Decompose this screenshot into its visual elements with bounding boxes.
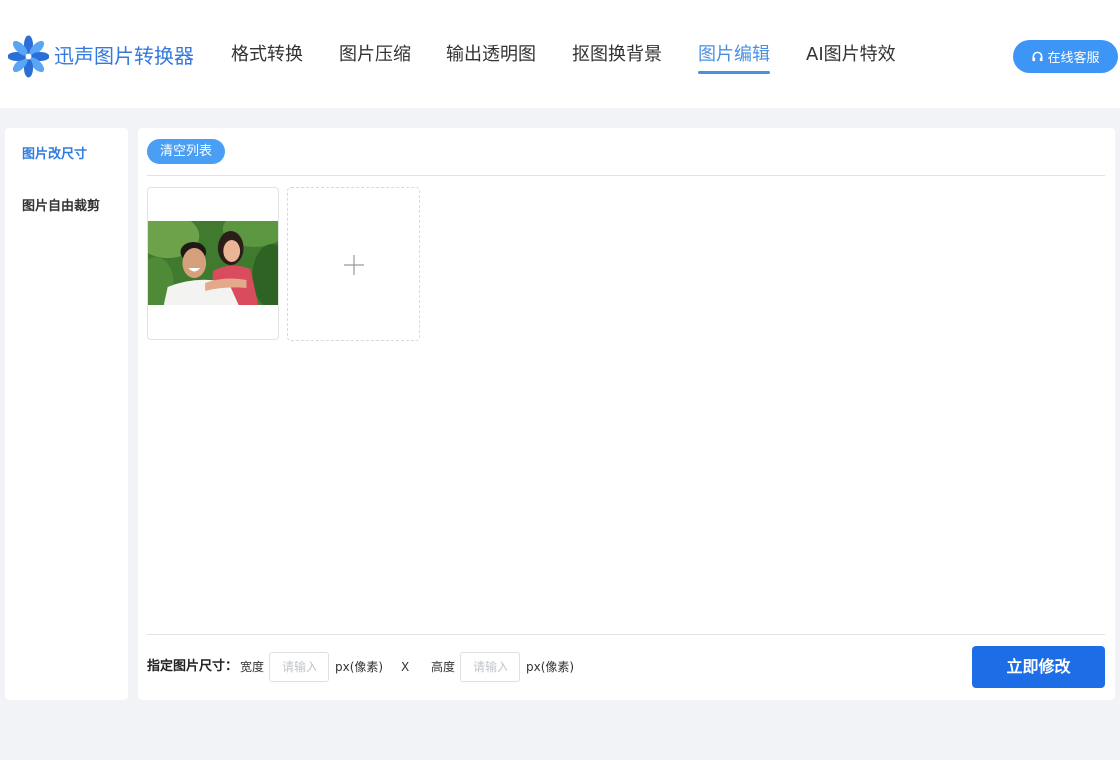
image-thumbnail	[148, 221, 278, 305]
add-image-card[interactable]	[287, 187, 420, 341]
sidebar-item-free-crop[interactable]: 图片自由裁剪	[22, 198, 100, 216]
flower-logo-icon	[8, 35, 49, 78]
height-label: 高度	[431, 660, 456, 674]
apply-resize-button[interactable]: 立即修改	[972, 646, 1105, 688]
width-label: 宽度	[240, 660, 265, 674]
nav-tab-cutout-background[interactable]: 抠图换背景	[572, 42, 662, 68]
divider	[147, 175, 1105, 176]
divider	[147, 634, 1105, 635]
main-panel: 清空列表 指定图片尺寸： 宽度 px(像素) X 高度 px(像素)	[138, 128, 1115, 700]
plus-icon	[344, 255, 364, 275]
nav-tab-image-compress[interactable]: 图片压缩	[339, 42, 411, 68]
clear-list-button[interactable]: 清空列表	[147, 139, 225, 164]
nav-tab-ai-effects[interactable]: AI图片特效	[806, 42, 896, 68]
size-separator: X	[401, 660, 410, 674]
width-input[interactable]	[269, 652, 329, 682]
height-input[interactable]	[460, 652, 520, 682]
height-unit: px(像素)	[526, 660, 575, 674]
app-title: 迅声图片转换器	[54, 44, 194, 68]
headphone-icon	[1032, 51, 1044, 62]
online-service-label: 在线客服	[1047, 51, 1100, 66]
resize-label: 指定图片尺寸：	[147, 659, 239, 674]
online-service-button[interactable]: 在线客服	[1013, 40, 1118, 73]
width-unit: px(像素)	[335, 660, 384, 674]
nav-tab-image-edit[interactable]: 图片编辑	[698, 42, 770, 74]
image-file-card[interactable]	[147, 187, 279, 340]
nav-tab-format-convert[interactable]: 格式转换	[231, 42, 303, 68]
sidebar-item-resize[interactable]: 图片改尺寸	[22, 146, 87, 164]
nav-tab-transparent-output[interactable]: 输出透明图	[446, 42, 536, 68]
top-header: 迅声图片转换器 格式转换 图片压缩 输出透明图 抠图换背景 图片编辑 AI图片特…	[0, 0, 1120, 108]
sidebar: 图片改尺寸 图片自由裁剪	[5, 128, 128, 700]
